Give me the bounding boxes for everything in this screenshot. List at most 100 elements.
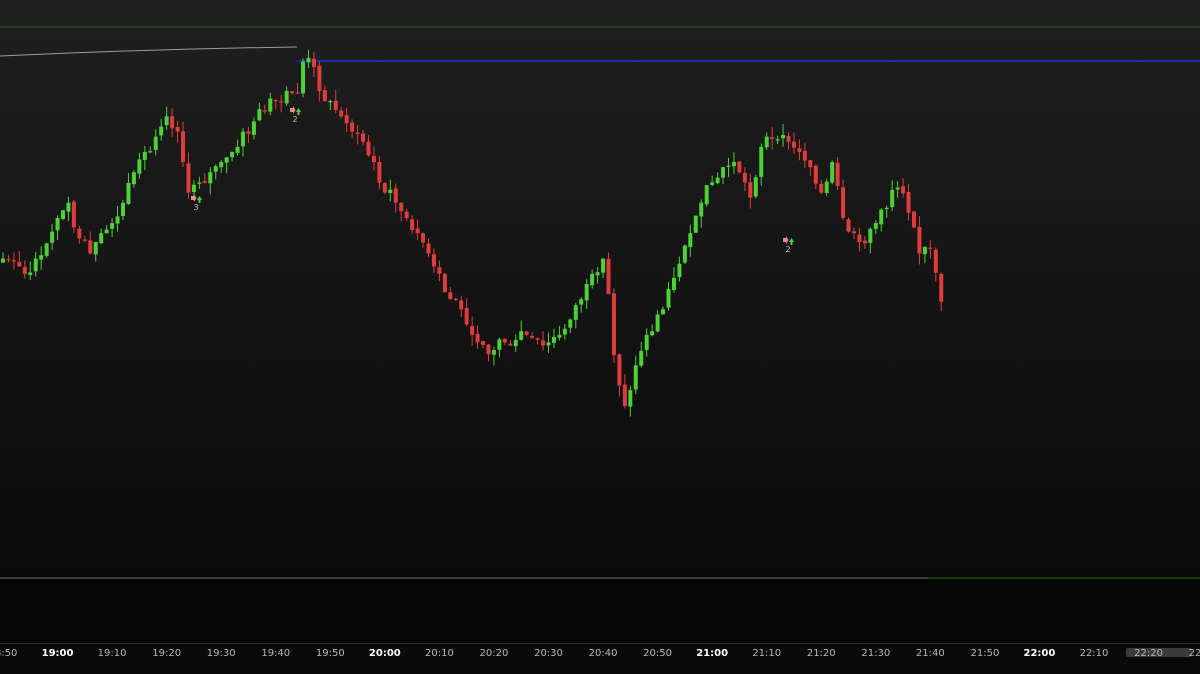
signal-marker[interactable]: 3 [191, 194, 202, 212]
signal-marker[interactable]: 2 [783, 236, 794, 254]
candle-body-up [628, 390, 633, 407]
candle [311, 51, 316, 77]
candle [508, 339, 513, 347]
candle [857, 227, 862, 252]
candle-body-down [846, 219, 851, 232]
candle-body-up [661, 309, 666, 315]
candle-body-up [153, 136, 158, 150]
candle-body-up [115, 216, 120, 224]
candle [731, 152, 736, 174]
candle [39, 246, 44, 270]
candle [824, 178, 829, 196]
candle-body-down [819, 183, 824, 193]
candle [246, 126, 251, 144]
price-chart[interactable]: 3 2 2 18:50 19:00 19:10 19:20 19:30 19:40 19:50 2… [0, 0, 1200, 674]
candle-body-up [579, 299, 584, 305]
candle [830, 160, 835, 185]
candle [928, 240, 933, 259]
candle-body-down [350, 122, 355, 132]
candle [262, 104, 267, 115]
candle-body-up [28, 272, 33, 276]
candle [879, 208, 884, 232]
x-tick-label: 21:50 [970, 648, 999, 659]
candle [677, 256, 682, 282]
candle-body-up [633, 365, 638, 390]
candle [835, 157, 840, 190]
candle-body-down [333, 100, 338, 111]
candle [862, 236, 867, 249]
candle-body-down [317, 65, 322, 91]
candle-body-up [301, 61, 306, 94]
candle [541, 331, 546, 351]
candle-body-up [126, 182, 131, 205]
candle-body-up [519, 331, 524, 340]
candle-body-down [426, 243, 431, 254]
candle [704, 184, 709, 207]
candle [301, 58, 306, 98]
candle-body-up [884, 207, 889, 210]
candle [382, 182, 387, 195]
candle-body-up [775, 139, 780, 141]
candle-body-down [862, 240, 867, 244]
candle [671, 267, 676, 293]
x-tick-label: 19:30 [207, 648, 236, 659]
candle [753, 174, 758, 199]
signal-marker[interactable]: 2 [290, 106, 301, 124]
candle [639, 342, 644, 368]
candle [1, 252, 5, 263]
candle [131, 170, 136, 188]
candle [55, 215, 60, 240]
candle-body-down [202, 181, 207, 183]
candle-body-down [770, 137, 775, 139]
candle [142, 145, 147, 171]
candle [148, 146, 153, 154]
candle-body-up [121, 202, 126, 216]
candle-body-down [410, 219, 415, 230]
candle [601, 258, 606, 279]
candle-body-down [737, 161, 742, 173]
candle-body-down [273, 100, 278, 102]
candle [28, 261, 33, 281]
x-tick-label: 20:40 [589, 648, 618, 659]
candle-body-down [361, 133, 366, 142]
candle-body-down [481, 341, 486, 345]
candle-body-up [33, 258, 38, 272]
candle-body-up [693, 215, 698, 233]
candle-body-up [251, 121, 256, 135]
candle-body-up [879, 209, 884, 225]
candle [317, 61, 322, 102]
candle [606, 252, 611, 295]
candle [77, 225, 82, 244]
candle-body-up [208, 172, 213, 184]
candle-body-up [759, 146, 764, 177]
candle-body-up [513, 339, 518, 347]
candle [464, 298, 469, 327]
candle [633, 355, 638, 395]
candle [759, 143, 764, 186]
candle-body-up [66, 202, 71, 212]
candle-body-up [224, 157, 229, 163]
candle [901, 178, 906, 198]
candle-body-down [622, 384, 627, 406]
candle [568, 318, 573, 334]
candle-body-up [715, 177, 720, 184]
candle [61, 209, 66, 220]
candle [121, 199, 126, 220]
candle-body-up [726, 165, 731, 167]
candle-body-down [311, 58, 316, 68]
x-tick-label: 21:20 [807, 648, 836, 659]
candle-body-up [268, 98, 273, 112]
candle [377, 156, 382, 190]
candle [802, 142, 807, 169]
candle [110, 217, 115, 238]
candle [710, 175, 715, 187]
candle [819, 179, 824, 195]
candle [661, 306, 666, 315]
candle-body-up [328, 101, 333, 103]
buy-arrow-icon [296, 108, 301, 115]
candle-body-up [197, 182, 202, 184]
candle-body-up [61, 210, 66, 219]
candle [137, 152, 142, 179]
candle [933, 247, 938, 282]
candle [868, 227, 873, 254]
